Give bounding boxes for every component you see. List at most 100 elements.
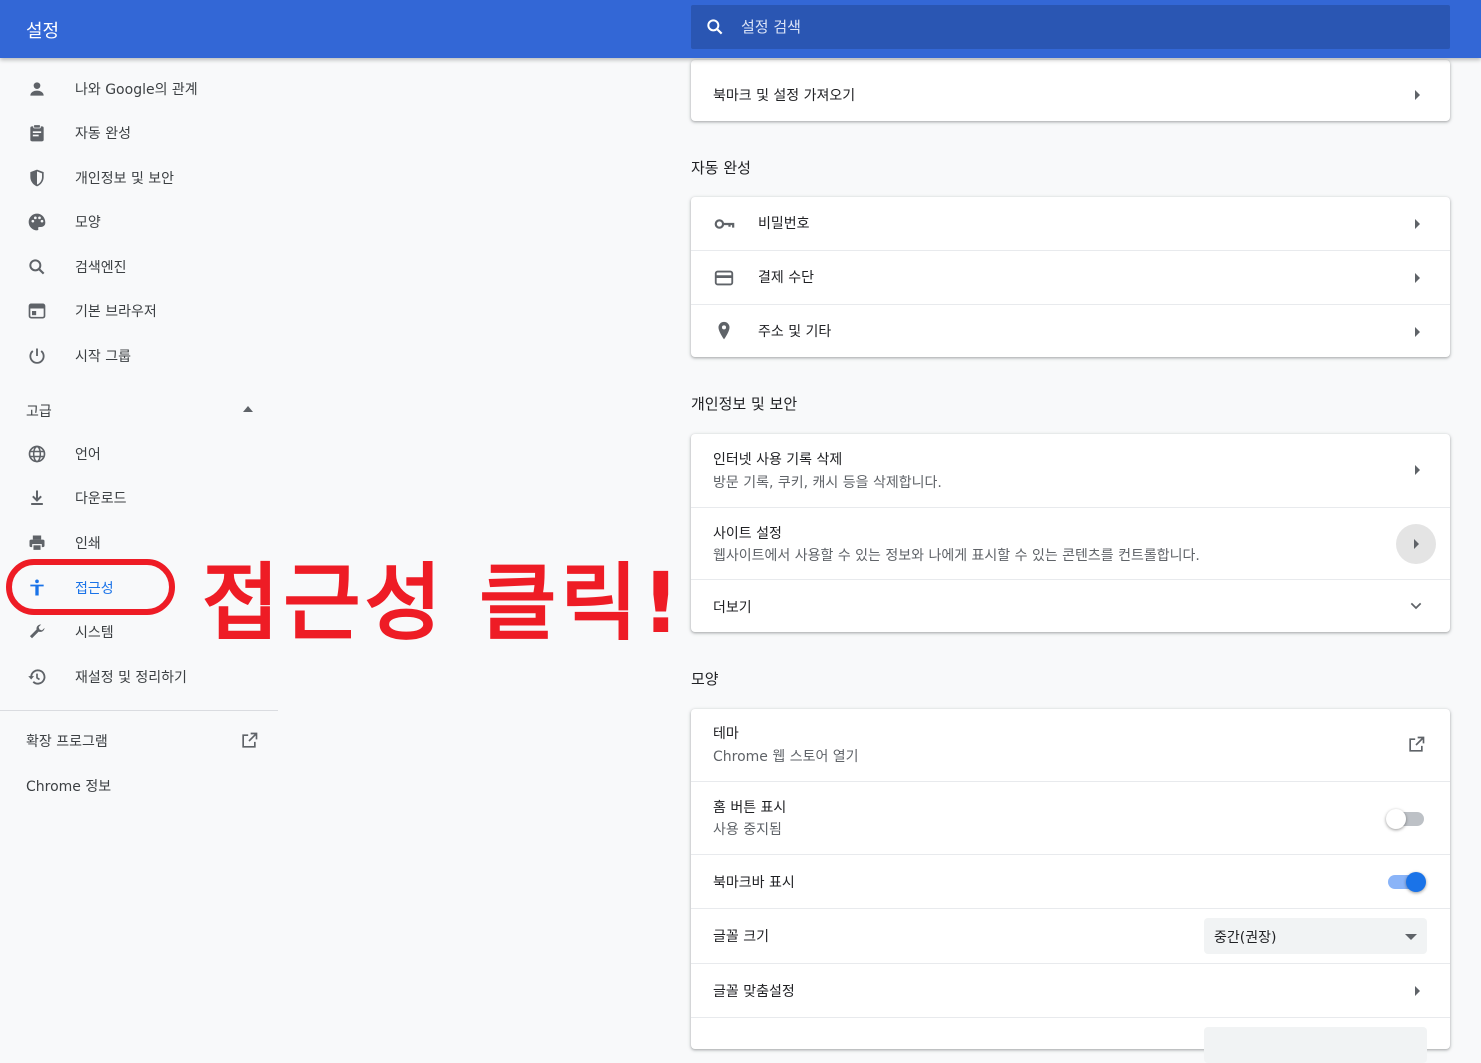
row-title: 글꼴 크기 bbox=[713, 929, 769, 945]
font-size-row: 글꼴 크기 중간(권장) bbox=[691, 908, 1450, 963]
sidebar-item-about-chrome[interactable]: Chrome 정보 bbox=[26, 776, 111, 796]
passwords-row[interactable]: 비밀번호 bbox=[691, 197, 1450, 250]
section-title-autofill: 자동 완성 bbox=[691, 159, 751, 177]
clear-browsing-data-row[interactable]: 인터넷 사용 기록 삭제 방문 기록, 쿠키, 캐시 등을 삭제합니다. bbox=[691, 434, 1450, 507]
sidebar-item-reset[interactable]: 재설정 및 정리하기 bbox=[0, 657, 278, 697]
site-settings-row[interactable]: 사이트 설정 웹사이트에서 사용할 수 있는 정보와 나에게 표시할 수 있는 … bbox=[691, 507, 1450, 579]
open-in-new-icon bbox=[242, 732, 258, 748]
show-bookmarks-bar-row[interactable]: 북마크바 표시 bbox=[691, 854, 1450, 908]
shield-icon bbox=[26, 167, 48, 189]
sidebar-item-label: 개인정보 및 보안 bbox=[75, 171, 175, 187]
person-icon bbox=[26, 78, 48, 100]
chevron-right-icon bbox=[1414, 539, 1419, 549]
row-title: 인터넷 사용 기록 삭제 bbox=[713, 452, 843, 468]
chevron-up-icon bbox=[243, 406, 253, 412]
sidebar-item-languages[interactable]: 언어 bbox=[0, 434, 278, 474]
sidebar-item-label: 재설정 및 정리하기 bbox=[75, 670, 187, 686]
sidebar-divider bbox=[0, 710, 278, 711]
sidebar-item-label: 언어 bbox=[75, 447, 101, 463]
chevron-right-icon bbox=[1415, 90, 1420, 100]
sidebar-item-label: 인쇄 bbox=[75, 536, 101, 552]
addresses-row[interactable]: 주소 및 기타 bbox=[691, 304, 1450, 357]
theme-row[interactable]: 테마 Chrome 웹 스토어 열기 bbox=[691, 709, 1450, 781]
highlight-circle bbox=[6, 559, 175, 615]
sidebar-item-label: 시스템 bbox=[75, 625, 114, 641]
row-label: 비밀번호 bbox=[758, 216, 810, 232]
row-title: 사이트 설정 bbox=[713, 526, 782, 542]
sidebar-item-on-startup[interactable]: 시작 그룹 bbox=[0, 336, 278, 376]
advanced-label: 고급 bbox=[26, 404, 52, 420]
sidebar-item-you-and-google[interactable]: 나와 Google의 관계 bbox=[0, 69, 278, 109]
page-title: 설정 bbox=[26, 21, 60, 42]
sidebar-item-downloads[interactable]: 다운로드 bbox=[0, 478, 278, 518]
payment-methods-row[interactable]: 결제 수단 bbox=[691, 250, 1450, 304]
page-zoom-select[interactable] bbox=[1204, 1027, 1427, 1063]
dropdown-arrow-icon bbox=[1405, 934, 1417, 940]
restore-icon bbox=[26, 666, 48, 688]
sidebar-item-privacy[interactable]: 개인정보 및 보안 bbox=[0, 158, 278, 198]
sidebar-item-label: 다운로드 bbox=[75, 491, 127, 507]
advanced-toggle[interactable]: 고급 bbox=[0, 388, 278, 432]
sidebar-item-autofill[interactable]: 자동 완성 bbox=[0, 113, 278, 153]
chevron-down-icon bbox=[1410, 602, 1422, 610]
appearance-card: 테마 Chrome 웹 스토어 열기 홈 버튼 표시 사용 중지됨 북마크바 표… bbox=[691, 709, 1450, 1063]
row-title: 테마 bbox=[713, 726, 739, 742]
row-title: 북마크바 표시 bbox=[713, 875, 795, 891]
globe-icon bbox=[26, 443, 48, 465]
printer-icon bbox=[26, 532, 48, 554]
font-size-value: 중간(권장) bbox=[1214, 930, 1277, 946]
sidebar-item-search-engine[interactable]: 검색엔진 bbox=[0, 247, 278, 287]
font-size-select[interactable]: 중간(권장) bbox=[1204, 918, 1427, 954]
row-label: 주소 및 기타 bbox=[758, 324, 832, 340]
sidebar-item-label: 나와 Google의 관계 bbox=[75, 82, 198, 98]
sidebar-item-label: 확장 프로그램 bbox=[26, 734, 108, 750]
download-icon bbox=[26, 487, 48, 509]
search-icon bbox=[707, 19, 723, 35]
site-settings-arrow-button[interactable] bbox=[1396, 524, 1436, 564]
row-subtitle: 방문 기록, 쿠키, 캐시 등을 삭제합니다. bbox=[713, 475, 942, 491]
open-in-new-icon bbox=[1409, 736, 1425, 752]
more-row[interactable]: 더보기 bbox=[691, 579, 1450, 632]
row-subtitle: 웹사이트에서 사용할 수 있는 정보와 나에게 표시할 수 있는 콘텐츠를 컨트… bbox=[713, 548, 1200, 564]
home-button-toggle[interactable] bbox=[1386, 809, 1424, 829]
toggle-knob bbox=[1406, 872, 1426, 892]
row-title: 글꼴 맞춤설정 bbox=[713, 984, 795, 1000]
sidebar-item-default-browser[interactable]: 기본 브라우저 bbox=[0, 291, 278, 331]
privacy-card: 인터넷 사용 기록 삭제 방문 기록, 쿠키, 캐시 등을 삭제합니다. 사이트… bbox=[691, 434, 1450, 632]
search-icon bbox=[26, 256, 48, 278]
power-icon bbox=[26, 345, 48, 367]
section-title-privacy: 개인정보 및 보안 bbox=[691, 395, 798, 413]
row-label: 북마크 및 설정 가져오기 bbox=[713, 88, 856, 104]
top-app-bar: 설정 bbox=[0, 0, 1481, 58]
sidebar-item-label: 시작 그룹 bbox=[75, 349, 131, 365]
sidebar-item-label: 자동 완성 bbox=[75, 126, 131, 142]
search-input[interactable] bbox=[741, 5, 1421, 49]
palette-icon bbox=[26, 211, 48, 233]
chevron-right-icon bbox=[1415, 219, 1420, 229]
chevron-right-icon bbox=[1415, 327, 1420, 337]
row-label: 결제 수단 bbox=[758, 270, 814, 286]
import-bookmarks-row[interactable]: 북마크 및 설정 가져오기 bbox=[691, 60, 1450, 121]
search-box[interactable] bbox=[691, 5, 1450, 49]
import-card: 북마크 및 설정 가져오기 bbox=[691, 60, 1450, 121]
location-pin-icon bbox=[718, 321, 730, 340]
row-title: 홈 버튼 표시 bbox=[713, 800, 787, 816]
wrench-icon bbox=[26, 621, 48, 643]
sidebar-item-appearance[interactable]: 모양 bbox=[0, 202, 278, 242]
annotation-text: 접근성 클릭! bbox=[202, 554, 684, 652]
toggle-knob bbox=[1386, 809, 1406, 829]
row-subtitle: 사용 중지됨 bbox=[713, 822, 782, 838]
chevron-right-icon bbox=[1415, 273, 1420, 283]
sidebar-item-label: 기본 브라우저 bbox=[75, 304, 157, 320]
row-title: 더보기 bbox=[713, 600, 752, 616]
credit-card-icon bbox=[714, 270, 734, 286]
key-icon bbox=[714, 219, 735, 229]
bookmarks-bar-toggle[interactable] bbox=[1388, 872, 1426, 892]
browser-icon bbox=[26, 300, 48, 322]
row-subtitle: Chrome 웹 스토어 열기 bbox=[713, 749, 859, 765]
sidebar-item-extensions[interactable]: 확장 프로그램 bbox=[0, 720, 278, 760]
autofill-card: 비밀번호 결제 수단 주소 및 기타 bbox=[691, 197, 1450, 357]
customize-fonts-row[interactable]: 글꼴 맞춤설정 bbox=[691, 963, 1450, 1017]
chevron-right-icon bbox=[1415, 986, 1420, 996]
show-home-button-row[interactable]: 홈 버튼 표시 사용 중지됨 bbox=[691, 781, 1450, 854]
